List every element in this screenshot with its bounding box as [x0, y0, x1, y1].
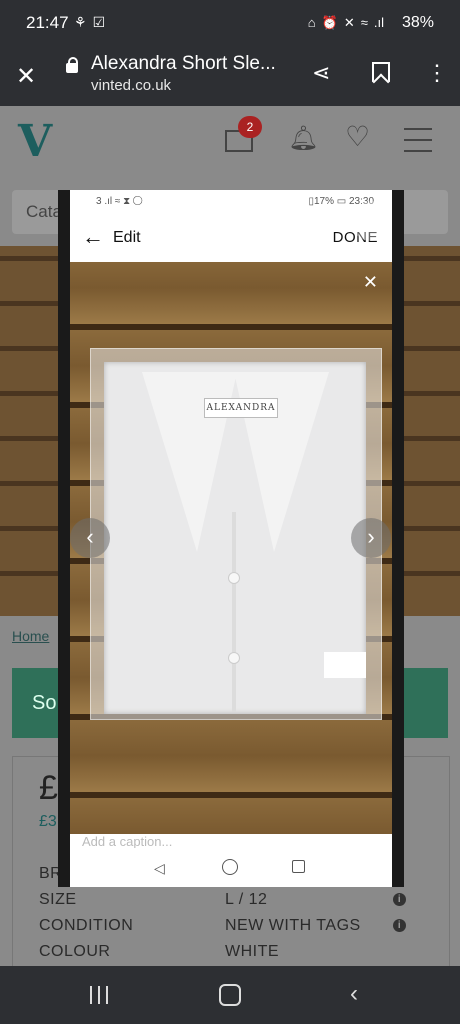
white-shirt: ALEXANDRA	[104, 362, 366, 714]
inbox-badge: 2	[238, 116, 262, 138]
check-icon: ☑	[92, 14, 106, 30]
inner-status-left: 3 .ıl ≈ ⧗ ◯	[96, 196, 143, 207]
alarm-icon: ⏰	[321, 15, 338, 30]
back-arrow-icon: ←	[82, 224, 104, 249]
shirt-photo: ALEXANDRA ✕	[70, 262, 392, 834]
brand-tag: ALEXANDRA	[204, 398, 278, 418]
system-nav-bar: ‹	[0, 966, 460, 1024]
detail-value: L / 12	[225, 891, 268, 908]
share-icon[interactable]: ⋖	[312, 60, 330, 86]
close-viewer-button[interactable]: ✕	[351, 201, 391, 241]
next-image-button[interactable]: ›	[351, 518, 391, 558]
menu-icon[interactable]	[404, 128, 432, 152]
info-icon[interactable]: i	[393, 919, 406, 932]
price-with-fees: £3	[39, 813, 57, 830]
home-icon[interactable]	[219, 984, 241, 1006]
detail-value: NEW WITH TAGS	[225, 917, 361, 934]
notifications-icon[interactable]: 🔔︎	[288, 124, 318, 153]
detail-value: WHITE	[225, 943, 280, 960]
home-circle-icon	[222, 859, 238, 875]
status-time: 21:47	[26, 13, 69, 32]
detail-key: SIZE	[39, 891, 77, 908]
edit-toolbar: ← Edit DONE	[70, 212, 392, 262]
detail-key: CONDITION	[39, 917, 134, 934]
signal-icon: .ıl	[373, 15, 384, 30]
favourites-icon[interactable]: ♡	[345, 120, 370, 153]
mute-icon: ✕	[343, 15, 355, 30]
previous-image-button[interactable]: ‹	[70, 518, 110, 558]
inner-nav-bar: ◁	[70, 848, 392, 886]
status-bar: 21:47 ⚘ ☑ ⌂ ⏰ ✕ ≈ .ıl 38%	[0, 0, 460, 50]
recents-square-icon	[292, 860, 305, 873]
inner-status-bar: 3 .ıl ≈ ⧗ ◯ ▯17% ▭ 23:30	[70, 190, 392, 212]
vinted-logo[interactable]: V	[18, 116, 52, 167]
photo-close-icon: ✕	[362, 272, 378, 292]
page-url[interactable]: vinted.co.uk	[91, 77, 171, 94]
browser-toolbar: ✕ Alexandra Short Sle... vinted.co.uk ⋖ …	[0, 50, 460, 106]
lock-icon[interactable]	[66, 57, 78, 73]
close-tab-icon[interactable]: ✕	[16, 62, 36, 91]
battery-level: 38%	[401, 14, 434, 31]
recent-apps-icon[interactable]	[90, 986, 110, 1004]
status-notification-icons: ⚘ ☑	[74, 14, 105, 31]
shirt-button	[228, 572, 240, 584]
back-triangle-icon: ◁	[154, 860, 165, 876]
wifi-icon: ≈	[360, 15, 368, 30]
info-icon[interactable]: i	[393, 893, 406, 906]
status-system-icons: ⌂ ⏰ ✕ ≈ .ıl	[308, 15, 384, 31]
back-icon[interactable]: ‹	[350, 980, 358, 1008]
placket	[232, 512, 236, 712]
bell-icon: ⚘	[74, 14, 87, 30]
lock-icon: ⌂	[307, 15, 316, 30]
page-title[interactable]: Alexandra Short Sle...	[91, 53, 276, 75]
detail-key: COLOUR	[39, 943, 111, 960]
edit-label: Edit	[113, 229, 141, 246]
more-menu-icon[interactable]: ⋮	[426, 60, 448, 86]
bookmark-icon[interactable]	[372, 62, 390, 82]
price: £	[39, 769, 58, 807]
breadcrumb-home[interactable]: Home	[12, 628, 49, 644]
shirt-button	[228, 652, 240, 664]
size-sticker	[324, 652, 366, 678]
